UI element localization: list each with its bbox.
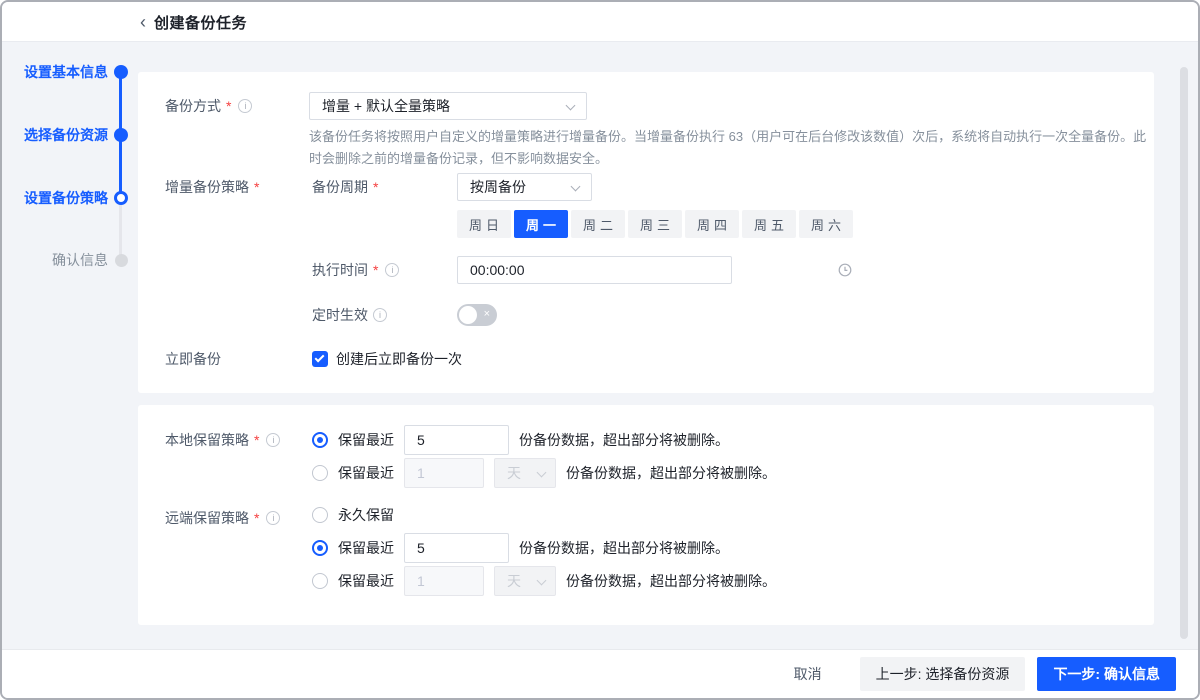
toggle-knob	[459, 306, 477, 324]
clock-icon[interactable]	[838, 263, 852, 277]
step-item-select-resource[interactable]: 选择备份资源	[2, 125, 108, 145]
weekday-button-tuesday[interactable]: 周二	[571, 210, 625, 238]
local-retention-days-option: 保留最近 天 份备份数据，超出部分将被删除。	[312, 458, 776, 488]
radio-unselected-icon[interactable]	[312, 507, 328, 523]
breadcrumb: ‹ 创建备份任务	[140, 2, 247, 42]
step-dot-pending-icon	[115, 254, 128, 267]
backup-method-label: 备份方式*i	[165, 92, 252, 120]
toggle-close-icon: ×	[484, 304, 490, 326]
immediate-backup-row: 创建后立即备份一次	[312, 345, 462, 373]
check-icon	[315, 353, 325, 363]
weekday-selector: 周日 周一 周二 周三 周四 周五 周六	[457, 210, 853, 238]
option-suffix: 份备份数据，超出部分将被删除。	[566, 463, 776, 483]
required-mark: *	[373, 173, 378, 201]
weekday-button-monday[interactable]: 周一	[514, 210, 568, 238]
radio-selected-icon[interactable]	[312, 432, 328, 448]
info-icon[interactable]: i	[238, 99, 252, 113]
remote-retention-days-input[interactable]	[404, 566, 484, 596]
radio-unselected-icon[interactable]	[312, 573, 328, 589]
step-dot-current-icon	[114, 191, 128, 205]
required-mark: *	[254, 426, 259, 454]
step-dot-done-icon	[114, 128, 128, 142]
step-connector-pending	[119, 198, 122, 260]
next-step-button[interactable]: 下一步: 确认信息	[1037, 657, 1176, 691]
step-item-backup-policy[interactable]: 设置备份策略	[2, 188, 108, 208]
retention-policy-panel: 本地保留策略*i 保留最近 份备份数据，超出部分将被删除。 保留最近 天 份备份…	[138, 405, 1154, 625]
weekday-button-sunday[interactable]: 周日	[457, 210, 511, 238]
option-suffix: 份备份数据，超出部分将被删除。	[566, 571, 776, 591]
prev-step-button[interactable]: 上一步: 选择备份资源	[860, 657, 1026, 691]
radio-unselected-icon[interactable]	[312, 465, 328, 481]
local-retention-label: 本地保留策略*i	[165, 426, 280, 454]
info-icon[interactable]: i	[266, 433, 280, 447]
immediate-backup-label: 立即备份	[165, 345, 221, 373]
required-mark: *	[226, 92, 231, 120]
remote-retention-days-option: 保留最近 天 份备份数据，超出部分将被删除。	[312, 566, 776, 596]
immediate-backup-checkbox[interactable]	[312, 351, 328, 367]
remote-retention-count-input[interactable]	[404, 533, 509, 563]
create-backup-task-page: ‹ 创建备份任务 设置基本信息 选择备份资源 设置备份策略 确认信息 备份方式*…	[0, 0, 1200, 700]
option-prefix: 保留最近	[338, 538, 394, 558]
option-suffix: 份备份数据，超出部分将被删除。	[519, 430, 729, 450]
cancel-button[interactable]: 取消	[778, 657, 838, 691]
info-icon[interactable]: i	[385, 263, 399, 277]
radio-selected-icon[interactable]	[312, 540, 328, 556]
step-dot-done-icon	[114, 65, 128, 79]
weekday-button-thursday[interactable]: 周四	[685, 210, 739, 238]
chevron-down-icon	[537, 576, 547, 586]
backup-method-description: 该备份任务将按照用户自定义的增量策略进行增量备份。当增量备份执行 63（用户可在…	[309, 126, 1147, 170]
option-prefix: 保留最近	[338, 571, 394, 591]
incremental-policy-label: 增量备份策略*	[165, 173, 261, 201]
remote-retention-label: 远端保留策略*i	[165, 504, 280, 532]
required-mark: *	[373, 256, 378, 284]
chevron-down-icon	[571, 182, 581, 192]
weekday-button-friday[interactable]: 周五	[742, 210, 796, 238]
required-mark: *	[254, 173, 259, 201]
local-retention-unit-select[interactable]: 天	[494, 458, 556, 488]
backup-cycle-select[interactable]: 按周备份	[457, 173, 592, 201]
option-prefix: 保留最近	[338, 430, 394, 450]
local-retention-count-input[interactable]	[404, 425, 509, 455]
chevron-down-icon	[537, 468, 547, 478]
option-suffix: 份备份数据，超出部分将被删除。	[519, 538, 729, 558]
backup-policy-panel: 备份方式*i 增量 + 默认全量策略 该备份任务将按照用户自定义的增量策略进行增…	[138, 72, 1154, 393]
local-retention-days-input[interactable]	[404, 458, 484, 488]
backup-method-select[interactable]: 增量 + 默认全量策略	[309, 92, 587, 120]
immediate-backup-option-label: 创建后立即备份一次	[336, 349, 462, 369]
schedule-effect-toggle[interactable]: ×	[457, 304, 497, 326]
exec-time-input[interactable]	[457, 256, 732, 284]
page-title: 创建备份任务	[154, 12, 247, 33]
footer-action-bar: 取消 上一步: 选择备份资源 下一步: 确认信息	[2, 649, 1198, 698]
info-icon[interactable]: i	[266, 511, 280, 525]
exec-time-label: 执行时间*i	[312, 256, 399, 284]
local-retention-count-option: 保留最近 份备份数据，超出部分将被删除。	[312, 425, 729, 455]
option-prefix: 保留最近	[338, 463, 394, 483]
schedule-effect-label: 定时生效i	[312, 301, 387, 329]
chevron-down-icon	[566, 101, 576, 111]
step-item-basic-info[interactable]: 设置基本信息	[2, 62, 108, 82]
remote-retention-forever-option: 永久保留	[312, 501, 394, 529]
info-icon[interactable]: i	[373, 308, 387, 322]
option-label: 永久保留	[338, 505, 394, 525]
back-chevron-icon[interactable]: ‹	[140, 13, 146, 31]
remote-retention-unit-select[interactable]: 天	[494, 566, 556, 596]
vertical-scrollbar[interactable]	[1180, 67, 1188, 639]
step-item-confirm-info[interactable]: 确认信息	[2, 250, 108, 270]
weekday-button-wednesday[interactable]: 周三	[628, 210, 682, 238]
backup-cycle-label: 备份周期*	[312, 173, 380, 201]
top-bar: ‹ 创建备份任务	[2, 2, 1198, 42]
weekday-button-saturday[interactable]: 周六	[799, 210, 853, 238]
required-mark: *	[254, 504, 259, 532]
remote-retention-count-option: 保留最近 份备份数据，超出部分将被删除。	[312, 533, 729, 563]
